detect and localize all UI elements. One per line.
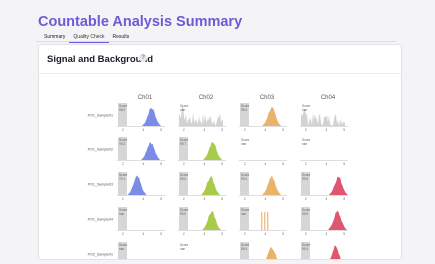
tick-label: 4 [265,232,267,236]
tick-label: 4 [143,232,145,236]
score-label: nan [302,108,308,112]
tick-label: 2 [305,162,307,166]
channel-header: Ch04 [321,95,336,101]
tick-label: 2 [122,232,124,236]
score-label: nan [119,247,125,251]
score-label: 70.1 [119,177,125,181]
tick-label: 5 [221,197,223,201]
tick-label: 4 [143,197,145,201]
tick-label: 2 [122,128,124,132]
score-label: 98.4 [241,108,247,112]
tick-label: 2 [305,197,307,201]
signal-histogram [142,108,161,126]
tick-label: 5 [282,162,284,166]
score-label: nan [180,108,186,112]
tick-label: 2 [244,197,246,201]
signal-histogram [141,142,160,160]
score-label: 98.9 [119,108,125,112]
signal-histogram [262,175,281,195]
signal-histogram [330,245,341,259]
channel-header: Ch02 [199,95,214,101]
score-label: nan [241,142,247,146]
score-label: 99.6 [180,177,186,181]
tick-label: 4 [326,162,328,166]
score-label: 99.6 [302,177,308,181]
tick-label: 2 [183,162,185,166]
histogram-bar [267,212,269,230]
signal-histogram [128,175,147,195]
tick-label: 5 [221,128,223,132]
score-label: 99.9 [302,212,308,216]
histogram-bar [261,212,263,230]
tick-label: 4 [265,162,267,166]
tick-label: 2 [183,128,185,132]
tick-label: 5 [343,162,345,166]
tick-label: 4 [326,128,328,132]
tick-label: 4 [326,232,328,236]
tick-label: 5 [160,128,162,132]
signal-histogram [262,106,281,126]
background-histogram [301,109,345,126]
sample-label: PO2_Sample01 [88,252,113,256]
histogram-bar [264,212,266,230]
page-title: Countable Analysis Summary [38,14,243,30]
tick-label: 4 [265,197,267,201]
tick-label: 4 [204,162,206,166]
score-label: 99.4 [241,177,247,181]
tick-label: 2 [305,232,307,236]
score-label: 99.7 [180,142,186,146]
sample-label: PO1_Sample03 [88,182,113,186]
tick-label: 2 [244,232,246,236]
score-label: nan [302,142,308,146]
tick-label: 5 [343,232,345,236]
score-label: nan [180,247,186,251]
tick-label: 2 [183,197,185,201]
tick-label: 2 [122,197,124,201]
signal-histogram [329,176,348,195]
tab-divider [36,41,396,42]
score-label: 99.0 [180,212,186,216]
tick-label: 5 [160,162,162,166]
signal-background-grid: Ch01 Ch02 Ch03 Ch04PO1_Sample01Score98.92 4 5… [88,95,348,259]
sample-label: PO1_Sample01 [88,113,113,117]
tick-label: 2 [244,162,246,166]
signal-histogram [201,175,220,195]
tick-label: 5 [282,197,284,201]
tick-label: 2 [122,162,124,166]
tick-label: 5 [343,197,345,201]
tick-label: 5 [282,128,284,132]
tick-label: 4 [143,128,145,132]
signal-histogram [328,210,347,230]
tick-label: 4 [204,232,206,236]
sample-label: PO1_Sample02 [88,147,113,151]
score-label: 98.4 [241,247,247,251]
tick-label: 4 [143,162,145,166]
channel-header: Ch03 [260,95,275,101]
signal-histogram [266,247,278,259]
score-label: 99.4 [302,247,308,251]
tick-label: 5 [221,162,223,166]
sample-label: PO1_Sample04 [88,217,113,221]
channel-header: Ch01 [138,95,153,101]
tick-label: 4 [265,128,267,132]
score-label: 99.3 [119,142,125,146]
signal-histogram [203,142,222,160]
tick-label: 2 [244,128,246,132]
tick-label: 5 [282,232,284,236]
tick-label: 2 [183,232,185,236]
background-histogram [179,105,223,126]
signal-histogram [202,211,221,230]
tick-label: 4 [204,197,206,201]
tick-label: 5 [221,232,223,236]
tick-label: 4 [204,128,206,132]
tick-label: 4 [326,197,328,201]
tick-label: 5 [160,197,162,201]
tick-label: 5 [160,232,162,236]
signal-background-card: Signal and Background ? Ch01 Ch02 Ch03 Ch04… [38,44,402,260]
tick-label: 5 [343,128,345,132]
score-label: nan [241,212,247,216]
score-label: nan [119,212,125,216]
tick-label: 2 [305,128,307,132]
